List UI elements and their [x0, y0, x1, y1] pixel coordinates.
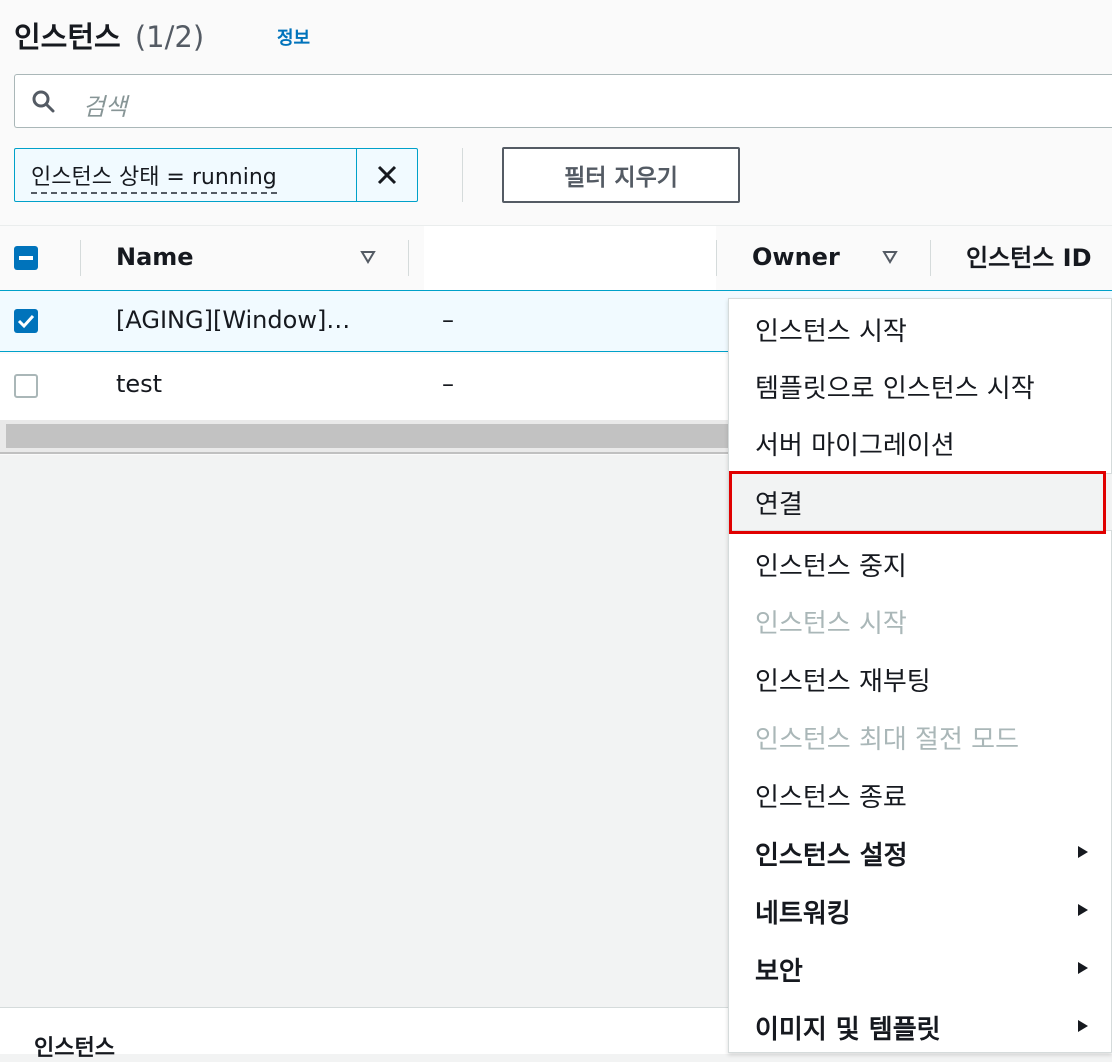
chevron-right-icon: [1078, 904, 1088, 916]
row-name[interactable]: test: [116, 370, 162, 398]
sort-icon[interactable]: [360, 250, 376, 264]
row-checkbox[interactable]: [14, 309, 38, 333]
column-divider: [716, 240, 717, 276]
menu-item-terminate-instance[interactable]: 인스턴스 종료: [729, 765, 1112, 823]
column-divider: [80, 240, 81, 276]
menu-item-instance-settings[interactable]: 인스턴스 설정: [729, 823, 1112, 881]
row-name[interactable]: [AGING][Window]…: [116, 306, 350, 334]
info-link[interactable]: 정보: [277, 24, 310, 50]
select-all-checkbox[interactable]: [14, 246, 38, 270]
close-icon: [377, 165, 397, 185]
column-divider: [408, 240, 409, 276]
menu-item-hibernate-instance: 인스턴스 최대 절전 모드: [729, 707, 1112, 765]
menu-item-label: 네트워킹: [755, 899, 851, 929]
menu-item-launch-from-template[interactable]: 템플릿으로 인스턴스 시작: [729, 356, 1112, 414]
page-title-text: 인스턴스: [14, 20, 121, 54]
menu-item-label: 템플릿으로 인스턴스 시작: [755, 374, 1035, 404]
column-header-instance-id[interactable]: 인스턴스 ID: [966, 238, 1092, 273]
check-icon: [17, 314, 35, 329]
menu-item-stop-instance[interactable]: 인스턴스 중지: [729, 534, 1112, 592]
menu-item-label: 인스턴스 중지: [755, 552, 907, 582]
menu-item-label: 인스턴스 재부팅: [755, 667, 931, 697]
menu-item-label: 인스턴스 최대 절전 모드: [755, 725, 1019, 755]
row-value: –: [442, 306, 454, 334]
menu-item-start-instance: 인스턴스 시작: [729, 591, 1112, 649]
row-value: –: [442, 370, 454, 398]
filter-token-label[interactable]: 인스턴스 상태 = running: [31, 159, 277, 194]
chevron-right-icon: [1078, 846, 1088, 858]
filter-dismiss-button[interactable]: [356, 149, 417, 201]
table-header: Name Owner 인스턴스 ID: [0, 225, 1112, 291]
menu-item-label: 서버 마이그레이션: [755, 431, 955, 461]
search-icon: [32, 90, 55, 113]
column-divider: [930, 240, 931, 276]
chevron-right-icon: [1078, 1020, 1088, 1032]
selection-count: (1/2): [134, 20, 205, 54]
menu-item-label: 인스턴스 설정: [755, 841, 908, 871]
column-header-name[interactable]: Name: [116, 243, 194, 271]
menu-item-label: 이미지 및 템플릿: [755, 1015, 941, 1045]
search-placeholder: 검색: [83, 93, 128, 121]
divider: [462, 148, 463, 202]
row-checkbox[interactable]: [14, 374, 38, 398]
page-title: 인스턴스 (1/2): [14, 14, 204, 56]
annotation-highlight-box: [729, 471, 1106, 534]
column-header-owner[interactable]: Owner: [752, 243, 840, 271]
clear-filters-button[interactable]: 필터 지우기: [502, 147, 740, 203]
menu-item-networking[interactable]: 네트워킹: [729, 881, 1112, 939]
sort-icon[interactable]: [882, 250, 898, 264]
menu-item-label: 보안: [755, 957, 803, 987]
chevron-right-icon: [1078, 962, 1088, 974]
menu-item-label: 인스턴스 종료: [755, 783, 907, 813]
column-header-blank: [424, 226, 716, 290]
menu-item-security[interactable]: 보안: [729, 939, 1112, 997]
filter-token[interactable]: 인스턴스 상태 = running: [14, 148, 418, 202]
menu-item-launch-instance[interactable]: 인스턴스 시작: [729, 299, 1112, 357]
instance-state-menu: 인스턴스 시작 템플릿으로 인스턴스 시작 서버 마이그레이션 연결 인스턴스 …: [728, 298, 1112, 1053]
menu-item-image-and-templates[interactable]: 이미지 및 템플릿: [729, 997, 1112, 1055]
menu-item-label: 인스턴스 시작: [755, 317, 907, 347]
menu-item-server-migration[interactable]: 서버 마이그레이션: [729, 413, 1112, 471]
menu-item-reboot-instance[interactable]: 인스턴스 재부팅: [729, 649, 1112, 707]
details-panel-title: 인스턴스: [34, 1036, 115, 1061]
search-input[interactable]: 검색: [14, 74, 1112, 128]
menu-item-label: 인스턴스 시작: [755, 609, 907, 639]
